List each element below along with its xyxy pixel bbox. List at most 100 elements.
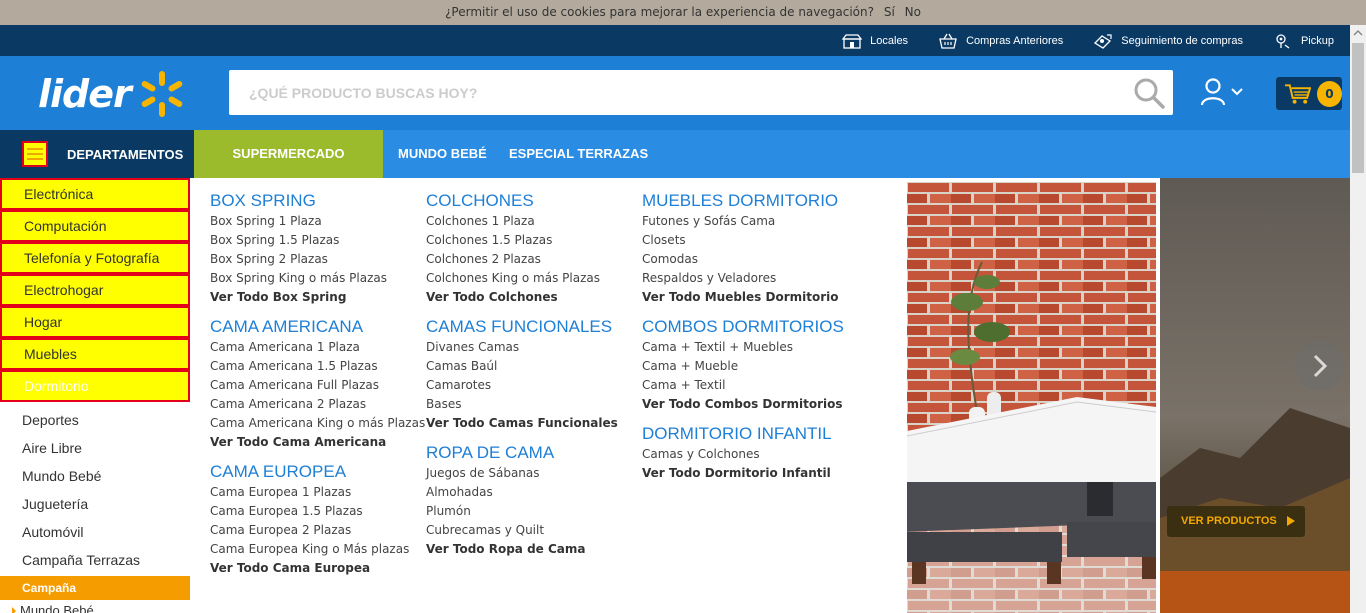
view-products-button[interactable]: VER PRODUCTOS xyxy=(1167,506,1305,537)
menu-link[interactable]: Cama Europea 1 Plazas xyxy=(210,483,420,502)
view-products-label: VER PRODUCTOS xyxy=(1181,515,1277,527)
menu-link[interactable]: Comodas xyxy=(642,250,852,269)
menu-link[interactable]: Box Spring 1 Plaza xyxy=(210,212,420,231)
menu-link[interactable]: Colchones 2 Plazas xyxy=(426,250,636,269)
toplink-compras-anteriores[interactable]: Compras Anteriores xyxy=(938,33,1063,49)
menu-group-title[interactable]: CAMA EUROPEA xyxy=(210,461,420,483)
account-button[interactable] xyxy=(1200,78,1244,106)
menu-link[interactable]: Colchones 1.5 Plazas xyxy=(426,231,636,250)
sidebar-item-mundo-bebe[interactable]: Mundo Bebé xyxy=(0,462,190,490)
scroll-up-icon[interactable] xyxy=(1350,25,1366,41)
menu-link[interactable]: Cama Americana 2 Plazas xyxy=(210,395,420,414)
menu-link[interactable]: Cama Americana 1 Plaza xyxy=(210,338,420,357)
search-button[interactable] xyxy=(1133,77,1165,109)
menu-link[interactable]: Cama Americana 1.5 Plazas xyxy=(210,357,420,376)
department-sidebar: Electrónica Computación Telefonía y Foto… xyxy=(0,178,190,613)
menu-group-title[interactable]: MUEBLES DORMITORIO xyxy=(642,190,852,212)
menu-link[interactable]: Cama Americana King o más Plazas xyxy=(210,414,425,433)
menu-link[interactable]: Camas y Colchones xyxy=(642,445,852,464)
menu-link[interactable]: Futones y Sofás Cama xyxy=(642,212,852,231)
menu-link[interactable]: Respaldos y Veladores xyxy=(642,269,852,288)
campaign-item-mundo-bebe[interactable]: Mundo Bebé xyxy=(0,600,190,613)
menu-link[interactable]: Box Spring King o más Plazas xyxy=(210,269,420,288)
menu-link[interactable]: Juegos de Sábanas xyxy=(426,464,636,483)
menu-link[interactable]: Colchones 1 Plaza xyxy=(426,212,636,231)
lider-logo[interactable]: lider xyxy=(38,68,198,120)
pickup-icon xyxy=(1276,33,1290,49)
play-icon xyxy=(1286,516,1295,527)
menu-group-dormitorio-infantil: DORMITORIO INFANTIL Camas y Colchones Ve… xyxy=(642,423,852,483)
menu-group-combos-dormitorios: COMBOS DORMITORIOS Cama + Textil + Muebl… xyxy=(642,316,852,414)
menu-column-1: BOX SPRING Box Spring 1 Plaza Box Spring… xyxy=(210,190,425,587)
sidebar-item-computacion[interactable]: Computación xyxy=(0,210,190,242)
menu-link[interactable]: Camarotes xyxy=(426,376,636,395)
menu-link-view-all[interactable]: Ver Todo Box Spring xyxy=(210,288,420,307)
menu-link[interactable]: Box Spring 2 Plazas xyxy=(210,250,420,269)
menu-group-title[interactable]: CAMA AMERICANA xyxy=(210,316,420,338)
menu-group-title[interactable]: CAMAS FUNCIONALES xyxy=(426,316,636,338)
sidebar-item-telefonia[interactable]: Telefonía y Fotografía xyxy=(0,242,190,274)
menu-link-view-all[interactable]: Ver Todo Muebles Dormitorio xyxy=(642,288,852,307)
menu-link[interactable]: Camas Baúl xyxy=(426,357,636,376)
departments-button[interactable]: DEPARTAMENTOS xyxy=(0,130,194,178)
sidebar-item-campana-terrazas[interactable]: Campaña Terrazas xyxy=(0,546,190,574)
carousel-next-button[interactable] xyxy=(1294,341,1344,391)
toplink-locales[interactable]: Locales xyxy=(842,33,908,49)
menu-group-title[interactable]: COMBOS DORMITORIOS xyxy=(642,316,852,338)
menu-link[interactable]: Cubrecamas y Quilt xyxy=(426,521,636,540)
menu-link[interactable]: Cama + Textil xyxy=(642,376,852,395)
promo-bed-image[interactable] xyxy=(907,182,1156,613)
menu-group-title[interactable]: ROPA DE CAMA xyxy=(426,442,636,464)
spark-icon xyxy=(141,71,183,117)
page-scrollbar[interactable] xyxy=(1350,25,1366,613)
menu-link-view-all[interactable]: Ver Todo Cama Americana xyxy=(210,433,420,452)
toplink-label: Pickup xyxy=(1300,34,1334,47)
menu-group-title[interactable]: BOX SPRING xyxy=(210,190,420,212)
menu-link[interactable]: Cama Europea King o Más plazas xyxy=(210,540,420,559)
cookie-decline-button[interactable]: No xyxy=(905,5,921,19)
nav-supermercado[interactable]: SUPERMERCADO xyxy=(194,130,383,178)
sidebar-item-automovil[interactable]: Automóvil xyxy=(0,518,190,546)
nav-especial-terrazas[interactable]: ESPECIAL TERRAZAS xyxy=(509,130,648,178)
menu-link[interactable]: Colchones King o más Plazas xyxy=(426,269,636,288)
menu-link[interactable]: Almohadas xyxy=(426,483,636,502)
toplink-seguimiento[interactable]: Seguimiento de compras xyxy=(1093,33,1243,49)
menu-link[interactable]: Cama Americana Full Plazas xyxy=(210,376,420,395)
nav-mundo-bebe[interactable]: MUNDO BEBÉ xyxy=(398,130,487,178)
menu-link-view-all[interactable]: Ver Todo Ropa de Cama xyxy=(426,540,636,559)
scrollbar-thumb[interactable] xyxy=(1352,43,1364,173)
menu-group-title[interactable]: DORMITORIO INFANTIL xyxy=(642,423,852,445)
menu-link-view-all[interactable]: Ver Todo Camas Funcionales xyxy=(426,414,636,433)
menu-group-title[interactable]: COLCHONES xyxy=(426,190,636,212)
sidebar-item-muebles[interactable]: Muebles xyxy=(0,338,190,370)
menu-link[interactable]: Cama Europea 1.5 Plazas xyxy=(210,502,420,521)
sidebar-item-hogar[interactable]: Hogar xyxy=(0,306,190,338)
menu-link-view-all[interactable]: Ver Todo Combos Dormitorios xyxy=(642,395,852,414)
menu-link[interactable]: Bases xyxy=(426,395,636,414)
menu-link[interactable]: Cama Europea 2 Plazas xyxy=(210,521,420,540)
hero-banner[interactable] xyxy=(1160,178,1350,613)
menu-link[interactable]: Closets xyxy=(642,231,852,250)
sidebar-item-electrohogar[interactable]: Electrohogar xyxy=(0,274,190,306)
sidebar-item-aire-libre[interactable]: Aire Libre xyxy=(0,434,190,462)
menu-link-view-all[interactable]: Ver Todo Colchones xyxy=(426,288,636,307)
menu-link[interactable]: Cama + Textil + Muebles xyxy=(642,338,852,357)
search-input[interactable] xyxy=(229,70,1109,115)
sidebar-item-jugueteria[interactable]: Juguetería xyxy=(0,490,190,518)
sidebar-item-deportes[interactable]: Deportes xyxy=(0,406,190,434)
toplink-label: Seguimiento de compras xyxy=(1121,34,1243,47)
menu-link-view-all[interactable]: Ver Todo Cama Europea xyxy=(210,559,420,578)
toplink-pickup[interactable]: Pickup xyxy=(1273,33,1334,49)
menu-link[interactable]: Box Spring 1.5 Plazas xyxy=(210,231,420,250)
menu-group-colchones: COLCHONES Colchones 1 Plaza Colchones 1.… xyxy=(426,190,636,307)
sidebar-item-electronica[interactable]: Electrónica xyxy=(0,178,190,210)
search-box xyxy=(229,70,1173,115)
menu-link[interactable]: Cama + Mueble xyxy=(642,357,852,376)
sidebar-item-dormitorio[interactable]: Dormitorio xyxy=(0,370,190,402)
menu-link-view-all[interactable]: Ver Todo Dormitorio Infantil xyxy=(642,464,852,483)
menu-link[interactable]: Divanes Camas xyxy=(426,338,636,357)
store-icon xyxy=(842,33,863,49)
cookie-accept-button[interactable]: Sí xyxy=(884,5,895,19)
menu-link[interactable]: Plumón xyxy=(426,502,636,521)
cart-button[interactable]: 0 xyxy=(1276,77,1342,110)
